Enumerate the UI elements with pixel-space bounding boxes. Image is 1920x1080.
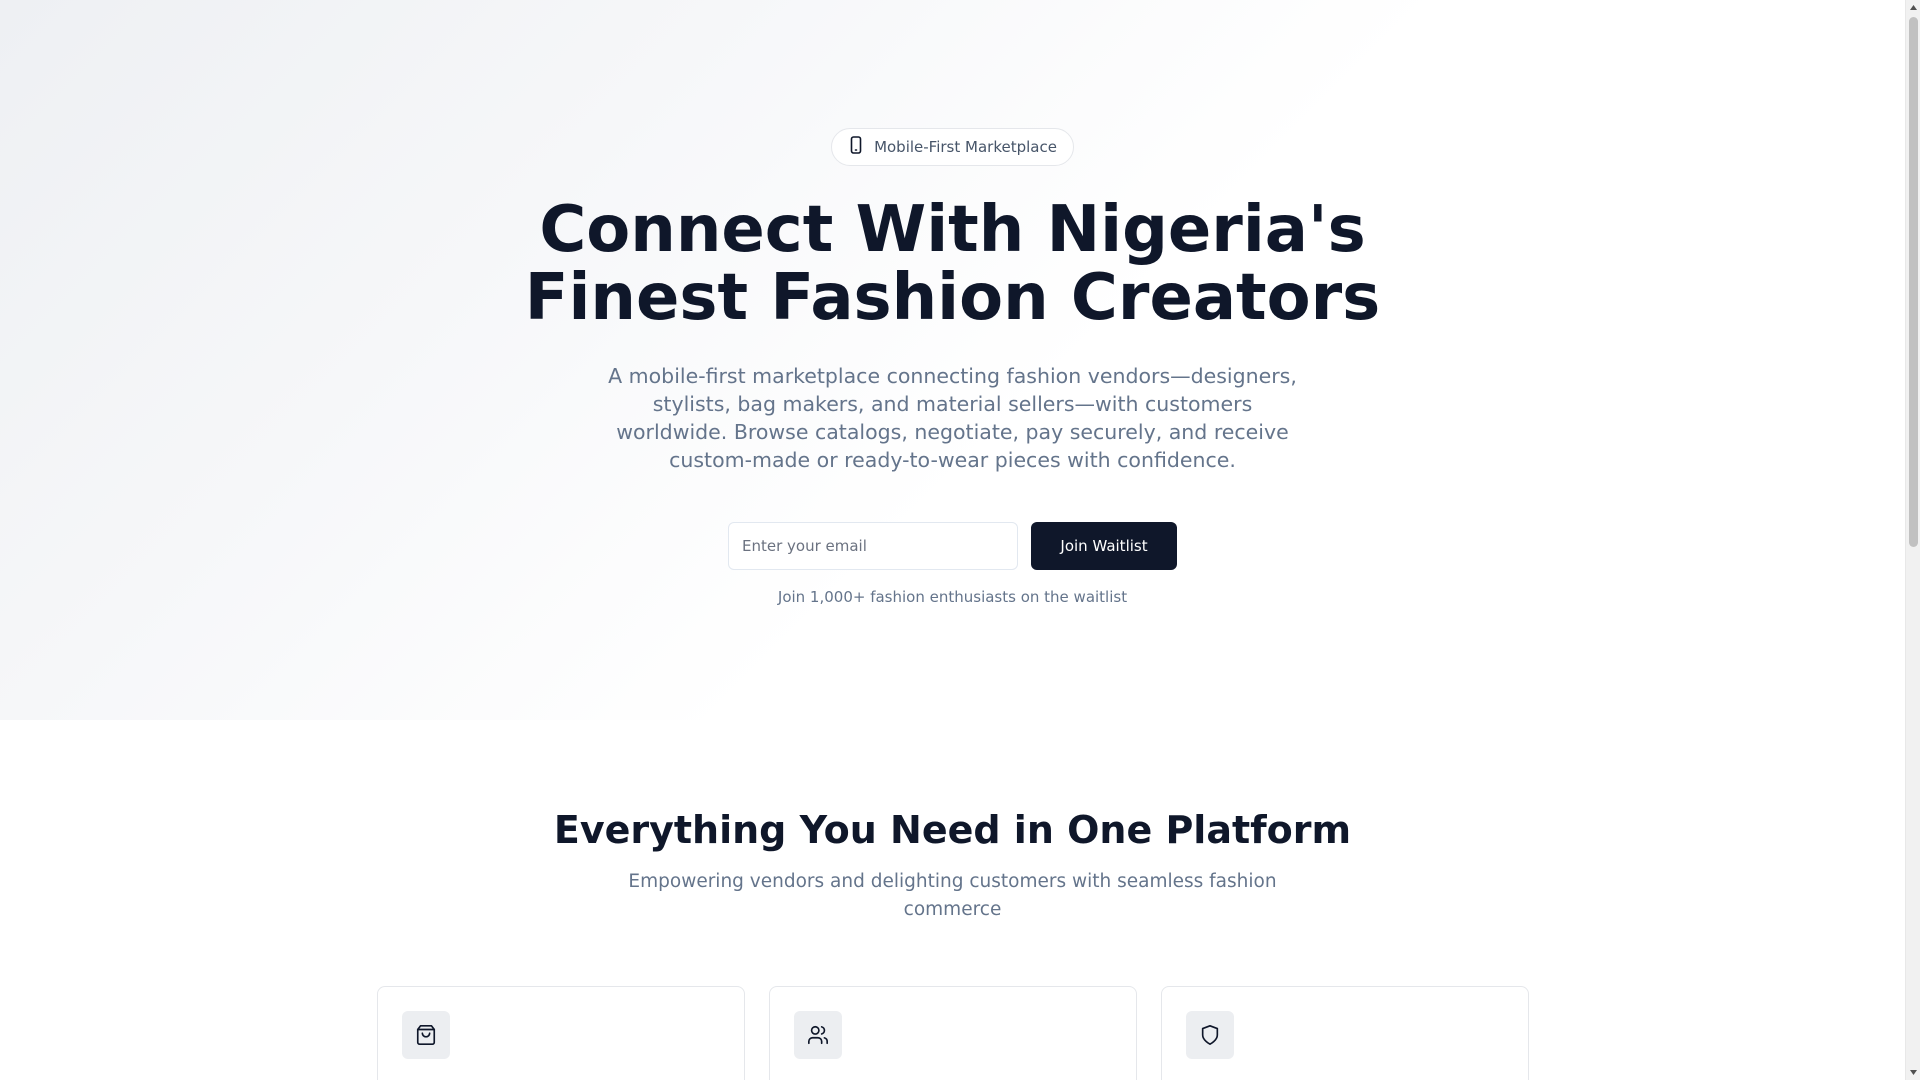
scroll-up-arrow-icon[interactable] bbox=[1906, 0, 1920, 15]
hero-section: Mobile-First Marketplace Connect With Ni… bbox=[0, 0, 1905, 720]
users-icon bbox=[794, 1011, 842, 1059]
hero-title-line2: Finest Fashion Creators bbox=[524, 261, 1381, 335]
feature-card-community bbox=[769, 986, 1137, 1080]
waitlist-form: Join Waitlist bbox=[728, 522, 1177, 570]
waitlist-note: Join 1,000+ fashion enthusiasts on the w… bbox=[777, 588, 1128, 606]
landing-page: Mobile-First Marketplace Connect With Ni… bbox=[0, 0, 1905, 1080]
hero-title-line1: Connect With Nigeria's bbox=[539, 193, 1366, 267]
feature-cards bbox=[377, 986, 1529, 1080]
features-title: Everything You Need in One Platform bbox=[553, 808, 1352, 852]
feature-card-security bbox=[1161, 986, 1529, 1080]
join-waitlist-button[interactable]: Join Waitlist bbox=[1031, 522, 1177, 570]
mobile-first-badge: Mobile-First Marketplace bbox=[831, 128, 1074, 166]
hero-title: Connect With Nigeria's Finest Fashion Cr… bbox=[503, 196, 1403, 332]
smartphone-icon bbox=[848, 136, 864, 158]
shield-icon bbox=[1186, 1011, 1234, 1059]
page-scrollbar[interactable] bbox=[1905, 0, 1920, 1080]
email-input[interactable] bbox=[728, 522, 1018, 570]
hero-subtitle: A mobile-first marketplace connecting fa… bbox=[608, 364, 1297, 472]
scroll-thumb[interactable] bbox=[1909, 17, 1918, 547]
features-section: Everything You Need in One Platform Empo… bbox=[0, 720, 1905, 1080]
badge-label: Mobile-First Marketplace bbox=[874, 138, 1057, 156]
features-subtitle: Empowering vendors and delighting custom… bbox=[628, 871, 1277, 920]
feature-card-shopping bbox=[377, 986, 745, 1080]
shopping-bag-icon bbox=[402, 1011, 450, 1059]
scroll-down-arrow-icon[interactable] bbox=[1906, 1065, 1920, 1080]
